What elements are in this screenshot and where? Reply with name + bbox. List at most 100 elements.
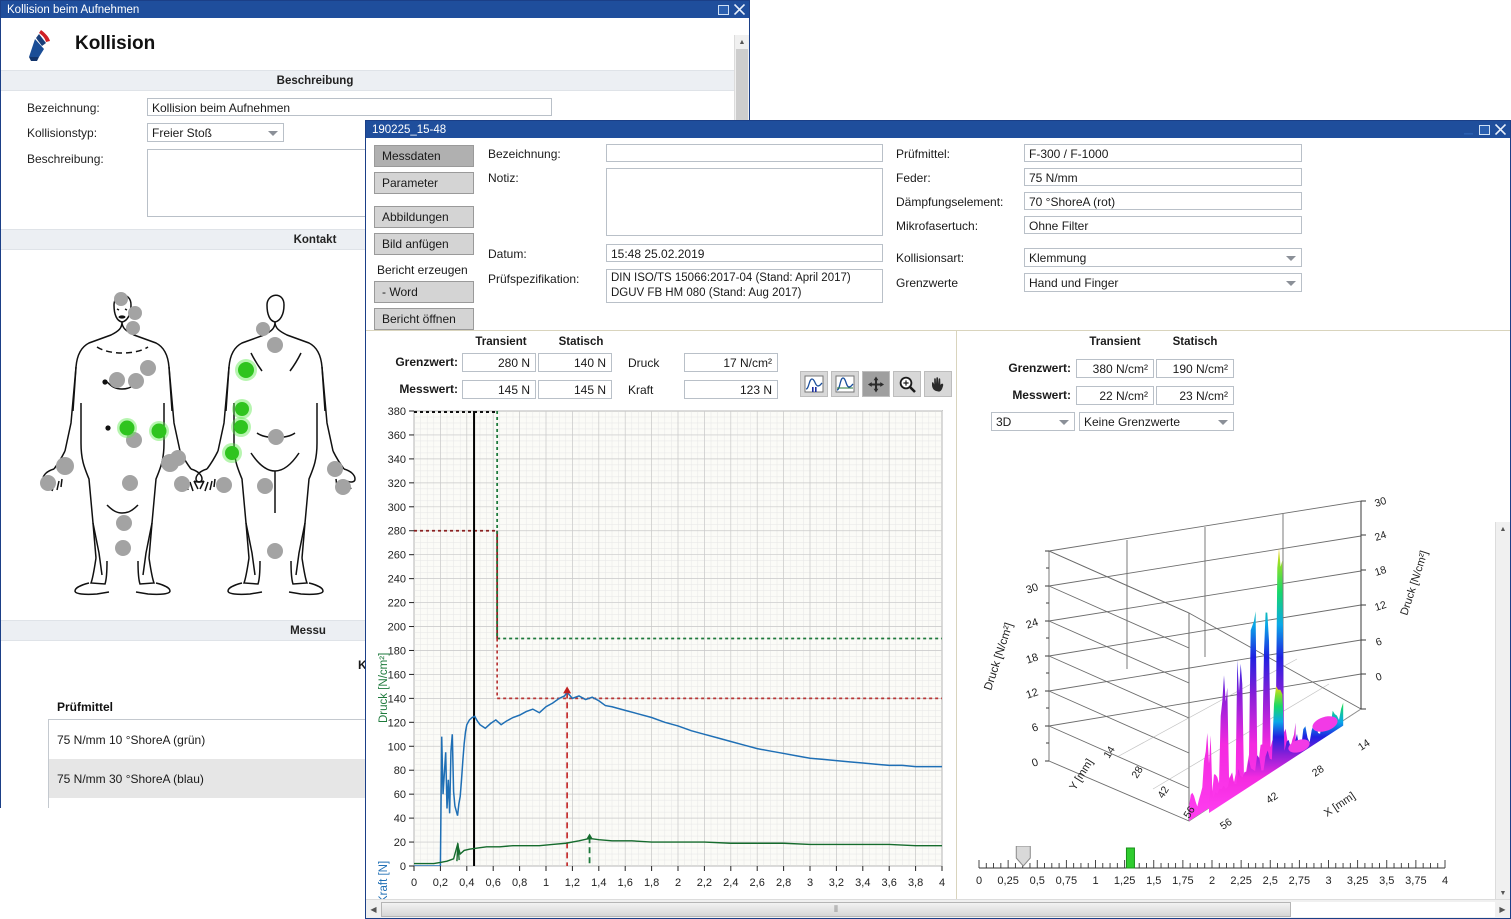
contact-point <box>267 337 283 353</box>
select-limits-mode[interactable]: Keine Grenzwerte <box>1079 412 1234 431</box>
svg-text:0,2: 0,2 <box>433 877 448 889</box>
select-view-mode-value: 3D <box>996 415 1012 429</box>
input-feder[interactable]: 75 N/mm <box>1024 168 1302 186</box>
cursor-pause-icon[interactable] <box>800 371 828 397</box>
svg-text:3,2: 3,2 <box>829 877 844 889</box>
scroll-thumb[interactable]: ⦀ <box>381 901 1291 917</box>
window-messung[interactable]: 190225_15-48 Messdaten Parameter Abbildu… <box>365 120 1511 919</box>
section-header-beschreibung-label: Beschreibung <box>276 74 354 87</box>
svg-text:2,2: 2,2 <box>697 877 712 889</box>
row-bezeichnung: Bezeichnung: Kollision beim Aufnehmen <box>27 91 749 116</box>
time-slider[interactable]: 0 0,25 0,5 0,75 1 1,25 1,5 1,75 2 2,25 2,5 2,75 3 3,2… <box>967 845 1462 892</box>
value-grenzwert-transient-right[interactable]: 380 N/cm² <box>1076 359 1154 378</box>
contact-point <box>335 479 351 495</box>
contact-point <box>267 543 283 559</box>
form-column-left: Bezeichnung: Notiz: Datum: 15:48 25.02.2… <box>488 144 888 309</box>
scroll-thumb[interactable] <box>736 49 748 129</box>
svg-text:100: 100 <box>388 741 406 753</box>
value-druck[interactable]: 17 N/cm² <box>684 353 778 372</box>
value-messwert-transient-right[interactable]: 22 N/cm² <box>1076 386 1154 405</box>
contact-point <box>126 321 140 335</box>
window1-title: Kollision beim Aufnehmen <box>7 3 140 16</box>
header-transient-left: Transient <box>475 336 527 348</box>
body-contact-diagram[interactable] <box>19 283 369 613</box>
window2-title: 190225_15-48 <box>372 123 447 136</box>
pan-icon[interactable] <box>862 371 890 397</box>
z3d-right-tick: 12 <box>1373 599 1388 614</box>
maximize-icon[interactable] <box>716 3 731 17</box>
textarea-pruefspezifikation[interactable]: DIN ISO/TS 15066:2017-04 (Stand: April 2… <box>606 269 883 303</box>
value-kraft[interactable]: 123 N <box>684 380 778 399</box>
contact-point <box>256 322 270 336</box>
pressure-surface-plot[interactable]: 0 6 12 18 24 30 Druck [N/cm²] 14 28 42 5… <box>957 441 1497 851</box>
close-icon[interactable] <box>732 3 747 17</box>
select-grenzwerte[interactable]: Hand und Finger <box>1024 273 1302 292</box>
sidebar-item-word[interactable]: - Word <box>374 281 474 303</box>
value-grenzwert-transient[interactable]: 280 N <box>462 353 536 372</box>
scroll-down-arrow-icon[interactable]: ▼ <box>1496 886 1510 900</box>
input-bezeichnung2[interactable] <box>606 144 883 162</box>
contact-point <box>257 478 273 494</box>
force-pressure-chart[interactable]: Druck [N/cm²] Kraft [N] 0 20 40 60 80 10… <box>366 403 956 913</box>
svg-text:3,8: 3,8 <box>908 877 923 889</box>
scroll-up-arrow-icon[interactable]: ▲ <box>1496 522 1510 536</box>
header-statisch-right: Statisch <box>1172 336 1218 348</box>
slider-handle[interactable] <box>1015 845 1031 867</box>
textarea-notiz[interactable] <box>606 168 883 236</box>
select-view-mode[interactable]: 3D <box>991 412 1075 431</box>
row-daempfungselement: Dämpfungselement: 70 °ShoreA (rot) <box>896 192 1306 210</box>
input-pruefmittel[interactable]: F-300 / F-1000 <box>1024 144 1302 162</box>
sidebar-item-bericht-oeffnen[interactable]: Bericht öffnen <box>374 308 474 330</box>
sidebar-item-abbildungen[interactable]: Abbildungen <box>374 206 474 228</box>
scroll-up-arrow-icon[interactable]: ▲ <box>735 35 749 49</box>
label-daempfungselement: Dämpfungselement: <box>896 195 1004 209</box>
value-messwert-statisch[interactable]: 145 N <box>538 380 612 399</box>
window2-titlebar[interactable]: 190225_15-48 <box>366 121 1510 138</box>
surface-mesh <box>1189 548 1344 821</box>
slider-tick-label: 2,25 <box>1230 875 1251 887</box>
hand-icon[interactable] <box>924 371 952 397</box>
label-messwert-left: Messwert: <box>399 382 458 396</box>
minimize-icon[interactable] <box>1461 123 1476 137</box>
value-grenzwert-statisch-right[interactable]: 190 N/cm² <box>1156 359 1234 378</box>
slider-tick-label: 2,75 <box>1289 875 1310 887</box>
label-datum: Datum: <box>488 247 527 261</box>
graph-panels: Transient Statisch Grenzwert: 280 N 140 … <box>366 330 1510 918</box>
zoom-icon[interactable] <box>893 371 921 397</box>
scroll-left-arrow-icon[interactable]: ◀ <box>366 905 381 914</box>
window2-vertical-scrollbar[interactable]: ▲ ▼ <box>1495 522 1510 900</box>
slider-tick-label: 1,75 <box>1172 875 1193 887</box>
sidebar-item-bild-anfuegen[interactable]: Bild anfügen <box>374 233 474 255</box>
label-bericht-erzeugen: Bericht erzeugen <box>377 263 468 277</box>
select-kollisionsart[interactable]: Klemmung <box>1024 248 1302 267</box>
svg-text:300: 300 <box>388 502 406 514</box>
sidebar-item-parameter[interactable]: Parameter <box>374 172 474 194</box>
value-messwert-transient[interactable]: 145 N <box>462 380 536 399</box>
y3d-tick: 28 <box>1129 764 1145 780</box>
input-daempfungselement[interactable]: 70 °ShoreA (rot) <box>1024 192 1302 210</box>
contact-point <box>116 515 132 531</box>
svg-text:220: 220 <box>388 598 406 610</box>
waveform-icon[interactable] <box>831 371 859 397</box>
right-value-col-headers: Transient Statisch <box>1075 336 1235 348</box>
window2-horizontal-scrollbar[interactable]: ◀ ⦀ ▶ <box>366 899 1510 918</box>
scroll-right-arrow-icon[interactable]: ▶ <box>1495 905 1510 914</box>
x3d-tick: 56 <box>1218 816 1235 833</box>
maximize-icon[interactable] <box>1477 123 1492 137</box>
sidebar-item-messdaten[interactable]: Messdaten <box>374 145 474 167</box>
window1-titlebar[interactable]: Kollision beim Aufnehmen <box>1 1 749 18</box>
value-messwert-statisch-right[interactable]: 23 N/cm² <box>1156 386 1234 405</box>
chevron-down-icon <box>1286 256 1296 261</box>
input-mikrofasertuch[interactable]: Ohne Filter <box>1024 216 1302 234</box>
sidebar-buttons: Messdaten Parameter Abbildungen Bild anf… <box>374 145 474 335</box>
contact-point <box>114 292 128 306</box>
close-icon[interactable] <box>1493 123 1508 137</box>
scroll-track[interactable]: ⦀ <box>381 901 1495 917</box>
select-kollisionstyp[interactable]: Freier Stoß <box>147 123 284 142</box>
input-bezeichnung[interactable]: Kollision beim Aufnehmen <box>147 98 552 116</box>
measurement-form: Messdaten Parameter Abbildungen Bild anf… <box>366 138 1510 330</box>
value-grenzwert-statisch[interactable]: 140 N <box>538 353 612 372</box>
axis-title-x3d: X [mm] <box>1322 790 1358 819</box>
input-datum[interactable]: 15:48 25.02.2019 <box>606 244 883 262</box>
z3d-right-tick: 30 <box>1373 495 1388 510</box>
